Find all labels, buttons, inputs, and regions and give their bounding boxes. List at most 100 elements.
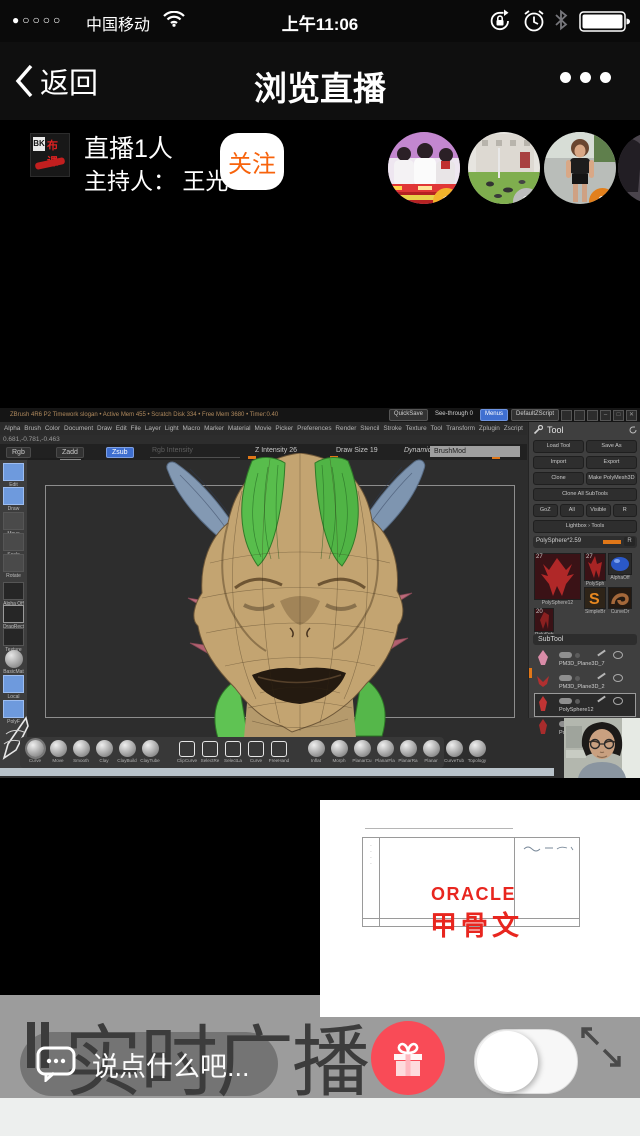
brush-icon: Smooth — [70, 739, 92, 763]
zbrush-titlebar: ZBrush 4R6 P2 Timework slogan • Active M… — [0, 408, 640, 422]
dot-icon — [600, 72, 611, 83]
selected-marker — [529, 668, 532, 678]
rank-badge: 2 — [513, 188, 540, 204]
phone-screen: ●○○○○ 中国移动 上午11:06 — [0, 0, 640, 1136]
follow-button[interactable]: 关注 — [220, 133, 284, 190]
brush-icon: ClayBuild — [116, 739, 138, 763]
local-symmetry-toggle: Local — [2, 675, 25, 700]
menu-item: File — [131, 425, 141, 432]
dragon-head-model — [140, 453, 460, 738]
document-table: ···· ORACLE 甲骨文 — [362, 837, 580, 927]
gift-icon — [387, 1037, 429, 1079]
tool-panel-button: Import — [533, 456, 584, 469]
tool-panel-button: Make PolyMesh3D — [586, 472, 637, 485]
rgb-button: Rgb — [6, 447, 31, 458]
menu-item: Render — [335, 425, 356, 432]
brush-icon: PlanarCu — [351, 739, 373, 763]
document-camera-video[interactable]: ···· ORACLE 甲骨文 — [320, 800, 640, 1017]
refresh-icon — [629, 426, 637, 434]
tool-panel-button: Save As — [586, 440, 637, 453]
menus-button: Menus — [480, 409, 508, 421]
quicksave-button: QuickSave — [389, 409, 428, 421]
presenter-webcam — [564, 718, 640, 778]
tool-panel-title: Tool — [547, 425, 564, 435]
bluetooth-icon — [553, 9, 569, 36]
menu-item: Macro — [182, 425, 200, 432]
menu-item: Picker — [275, 425, 293, 432]
brush-icon: Move — [47, 739, 69, 763]
brush-icon: Curve — [24, 739, 46, 763]
rotate-tool: Rotate — [2, 554, 25, 579]
nav-bar: 浏览直播 返回 — [0, 42, 640, 120]
switch-toggle[interactable] — [474, 1029, 578, 1094]
tool-panel-button: Export — [586, 456, 637, 469]
tool-thumbnail-third: 20 PolySph — [534, 608, 554, 632]
menu-item: Zplugin — [479, 425, 500, 432]
menu-item: Zscript — [504, 425, 523, 432]
zbrush-tool-panel: Tool Load ToolSave As ImportExport Clone… — [528, 422, 640, 718]
menu-item: Texture — [406, 425, 427, 432]
gift-button[interactable] — [371, 1021, 445, 1095]
svg-text:S: S — [589, 591, 600, 608]
subtool-item: PM3D_Plane3D_7 — [535, 648, 635, 670]
subtool-item: PM3D_Plane3D_2 — [535, 671, 635, 693]
more-menu-button[interactable] — [560, 72, 611, 83]
viewer-avatar-2[interactable]: 2 — [468, 132, 540, 204]
subtool-item-selected: PolySphere12 — [535, 694, 635, 716]
expand-icon[interactable] — [576, 1018, 628, 1076]
menu-item: Edit — [116, 425, 127, 432]
menu-item: Material — [228, 425, 251, 432]
tool-panel-button: Lightbox › Tools — [533, 520, 637, 533]
status-bar: ●○○○○ 中国移动 上午11:06 — [0, 0, 640, 42]
live-info-row: BK 布课 直播1人 主持人： 王光 关注 1 — [0, 120, 640, 208]
chat-placeholder: 说点什么吧... — [92, 1045, 250, 1084]
divider — [365, 828, 513, 829]
brush-icon: PlanarRa — [397, 739, 419, 763]
screen-share-video[interactable]: ZBrush 4R6 P2 Timework slogan • Active M… — [0, 408, 640, 778]
logo-bk-label: BK — [33, 137, 45, 151]
viewer-avatar-1[interactable]: 1 — [388, 132, 460, 204]
stroke-selector: DragRect — [2, 605, 25, 630]
dot-icon — [560, 72, 571, 83]
defaultzscript-button: DefaultZScript — [511, 409, 559, 421]
viewer-avatar-3[interactable]: 3 — [544, 132, 616, 204]
back-label: 返回 — [40, 60, 98, 102]
window-button — [561, 410, 572, 421]
live-viewer-count: 直播1人 — [84, 129, 173, 165]
oracle-logo: ORACLE — [431, 884, 516, 905]
battery-icon — [579, 11, 631, 38]
brush-icon: CurveTub — [443, 739, 465, 763]
menu-item: Layer — [145, 425, 161, 432]
tool-panel-button: All — [560, 504, 585, 517]
menu-item: Alpha — [4, 425, 20, 432]
tool-thumbnail-small: 27 PolySph — [584, 553, 606, 581]
wrench-icon — [533, 425, 543, 435]
host-name-label: 主持人： 王光 — [84, 162, 228, 196]
material-selector: BasicMat — [2, 650, 25, 675]
menu-item: Stroke — [383, 425, 401, 432]
host-avatar[interactable]: BK 布课 — [30, 133, 70, 177]
oracle-cn-logo: 甲骨文 — [430, 904, 523, 943]
menu-item: Preferences — [297, 425, 331, 432]
rotation-lock-icon — [487, 8, 513, 39]
draw-tool: Draw — [2, 487, 25, 512]
chat-bubble-icon — [36, 1046, 78, 1082]
menu-item: Movie — [254, 425, 271, 432]
viewer-avatar-4[interactable] — [618, 132, 640, 204]
zsub-button: Zsub — [106, 447, 134, 458]
brush-icon: Morph — [328, 739, 350, 763]
edit-tool: Edit — [2, 463, 25, 488]
avatar-photo — [618, 132, 640, 204]
menu-item: Document — [64, 425, 93, 432]
brush-icon: PlanarFla — [374, 739, 396, 763]
chat-input[interactable]: 说点什么吧... — [20, 1032, 278, 1096]
brush-icon: ClayTube — [139, 739, 161, 763]
back-button[interactable]: 返回 — [14, 60, 98, 102]
menu-item: Brush — [24, 425, 41, 432]
cursor-coordinates: 0.681,-0.781,-0.463 — [3, 436, 60, 443]
toggle-knob[interactable] — [477, 1031, 538, 1092]
active-tool-slot: PolySphere*2.59 R — [533, 536, 637, 548]
brush-icon: Topology — [466, 739, 488, 763]
chevron-left-icon — [14, 64, 34, 98]
brush-thumbnail-s: S SimpleBr — [584, 587, 606, 609]
